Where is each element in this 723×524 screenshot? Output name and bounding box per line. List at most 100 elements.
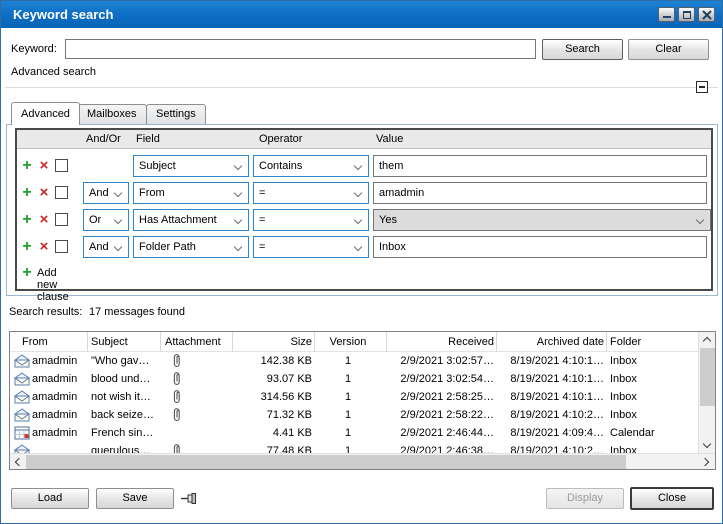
cell-archived-date: 8/19/2021 4:10:1… xyxy=(494,391,604,403)
scroll-down-button[interactable] xyxy=(699,438,716,453)
scroll-up-button[interactable] xyxy=(699,332,716,347)
delete-clause-icon[interactable]: × xyxy=(37,210,51,230)
chevron-right-icon xyxy=(701,458,709,466)
keyword-label: Keyword: xyxy=(11,43,57,55)
collapse-toggle[interactable] xyxy=(696,81,708,93)
column-header-attachment[interactable]: Attachment xyxy=(165,336,221,348)
save-button[interactable]: Save xyxy=(96,488,174,509)
close-icon xyxy=(702,10,712,20)
paperclip-icon xyxy=(172,389,192,407)
column-header-archived-date[interactable]: Archived date xyxy=(494,336,604,348)
column-header-size[interactable]: Size xyxy=(234,336,312,348)
calendar-icon xyxy=(14,426,30,440)
clause-checkbox[interactable] xyxy=(55,213,68,226)
delete-clause-icon[interactable]: × xyxy=(37,183,51,203)
table-row[interactable]: amadmin not wish it… 314.56 KB 1 2/9/202… xyxy=(10,388,698,406)
column-separator[interactable] xyxy=(87,332,88,352)
field-select[interactable]: Subject xyxy=(133,155,249,177)
field-select-value: Subject xyxy=(139,160,176,172)
clause-checkbox[interactable] xyxy=(55,240,68,253)
horizontal-scrollbar[interactable] xyxy=(10,453,715,469)
value-select-value: Yes xyxy=(379,214,397,226)
cell-subject: not wish it… xyxy=(91,391,158,403)
andor-select[interactable]: And xyxy=(83,182,129,204)
results-table-body: amadmin "Who gav… 142.38 KB 1 2/9/2021 3… xyxy=(10,352,698,453)
pin-button[interactable] xyxy=(181,492,199,505)
paperclip-icon xyxy=(172,443,192,453)
table-row[interactable]: amadmin back seize… 71.32 KB 1 2/9/2021 … xyxy=(10,406,698,424)
cell-folder: Inbox xyxy=(610,391,696,403)
chevron-down-icon xyxy=(114,189,122,197)
chevron-up-icon xyxy=(703,337,711,345)
column-separator[interactable] xyxy=(160,332,161,352)
close-button[interactable]: Close xyxy=(630,487,714,510)
column-header-version[interactable]: Version xyxy=(312,336,384,348)
cell-received: 2/9/2021 3:02:54… xyxy=(384,373,494,385)
column-separator[interactable] xyxy=(606,332,607,352)
keyword-input[interactable] xyxy=(65,39,536,59)
delete-clause-icon[interactable]: × xyxy=(37,156,51,176)
clause-checkbox[interactable] xyxy=(55,186,68,199)
tab-settings[interactable]: Settings xyxy=(146,104,206,125)
operator-select[interactable]: = xyxy=(253,236,369,258)
clause-checkbox[interactable] xyxy=(55,159,68,172)
cell-received: 2/9/2021 2:58:22… xyxy=(384,409,494,421)
minimize-button[interactable] xyxy=(658,7,675,22)
operator-select[interactable]: = xyxy=(253,209,369,231)
tab-mailboxes[interactable]: Mailboxes xyxy=(77,104,147,125)
column-header-from[interactable]: From xyxy=(22,336,48,348)
field-select[interactable]: From xyxy=(133,182,249,204)
chevron-left-icon xyxy=(15,458,23,466)
chevron-down-icon xyxy=(234,162,242,170)
delete-clause-icon[interactable]: × xyxy=(37,237,51,257)
value-input[interactable] xyxy=(373,155,707,177)
column-header-subject[interactable]: Subject xyxy=(91,336,128,348)
load-button[interactable]: Load xyxy=(11,488,89,509)
value-input[interactable] xyxy=(373,236,707,258)
scroll-right-button[interactable] xyxy=(699,454,715,470)
vertical-scrollbar-thumb[interactable] xyxy=(700,348,715,406)
cell-received: 2/9/2021 2:58:25… xyxy=(384,391,494,403)
scroll-left-button[interactable] xyxy=(10,454,26,470)
paperclip-icon xyxy=(172,353,192,371)
table-row[interactable]: amadmin "Who gav… 142.38 KB 1 2/9/2021 3… xyxy=(10,352,698,370)
cell-size: 71.32 KB xyxy=(234,409,312,421)
field-select[interactable]: Has Attachment xyxy=(133,209,249,231)
chevron-down-icon xyxy=(354,189,362,197)
cell-folder: Inbox xyxy=(610,409,696,421)
search-button[interactable]: Search xyxy=(542,39,623,60)
advanced-search-label: Advanced search xyxy=(11,66,96,78)
chevron-down-icon xyxy=(354,243,362,251)
value-input[interactable] xyxy=(373,182,707,204)
clear-button[interactable]: Clear xyxy=(628,39,709,60)
operator-select[interactable]: Contains xyxy=(253,155,369,177)
tab-advanced[interactable]: Advanced xyxy=(11,102,80,125)
operator-select[interactable]: = xyxy=(253,182,369,204)
horizontal-scrollbar-thumb[interactable] xyxy=(26,455,626,469)
window-title: Keyword search xyxy=(13,7,113,22)
add-clause-icon[interactable]: + xyxy=(20,210,34,230)
field-select[interactable]: Folder Path xyxy=(133,236,249,258)
add-clause-icon[interactable]: + xyxy=(20,156,34,176)
column-separator[interactable] xyxy=(232,332,233,352)
add-clause-icon[interactable]: + xyxy=(20,237,34,257)
table-row[interactable]: amadmin blood und… 93.07 KB 1 2/9/2021 3… xyxy=(10,370,698,388)
vertical-scrollbar[interactable] xyxy=(698,332,715,453)
add-clause-icon[interactable]: + xyxy=(20,183,34,203)
andor-select[interactable]: Or xyxy=(83,209,129,231)
clause-row: + × Subject Contains xyxy=(17,155,711,177)
mail-icon xyxy=(14,354,30,368)
table-row[interactable]: querulous… 77.48 KB 1 2/9/2021 2:46:38… … xyxy=(10,442,698,453)
column-header-received[interactable]: Received xyxy=(384,336,494,348)
close-window-button[interactable] xyxy=(698,7,715,22)
andor-select[interactable]: And xyxy=(83,236,129,258)
maximize-button[interactable] xyxy=(678,7,695,22)
value-select[interactable]: Yes xyxy=(373,209,711,231)
cell-version: 1 xyxy=(312,355,384,367)
minimize-icon xyxy=(663,16,671,18)
column-header-folder[interactable]: Folder xyxy=(610,336,641,348)
display-button[interactable]: Display xyxy=(546,488,624,509)
cell-archived-date: 8/19/2021 4:10:1… xyxy=(494,373,604,385)
table-row[interactable]: amadmin French sin… 4.41 KB 1 2/9/2021 2… xyxy=(10,424,698,442)
cell-subject: querulous… xyxy=(91,445,158,453)
